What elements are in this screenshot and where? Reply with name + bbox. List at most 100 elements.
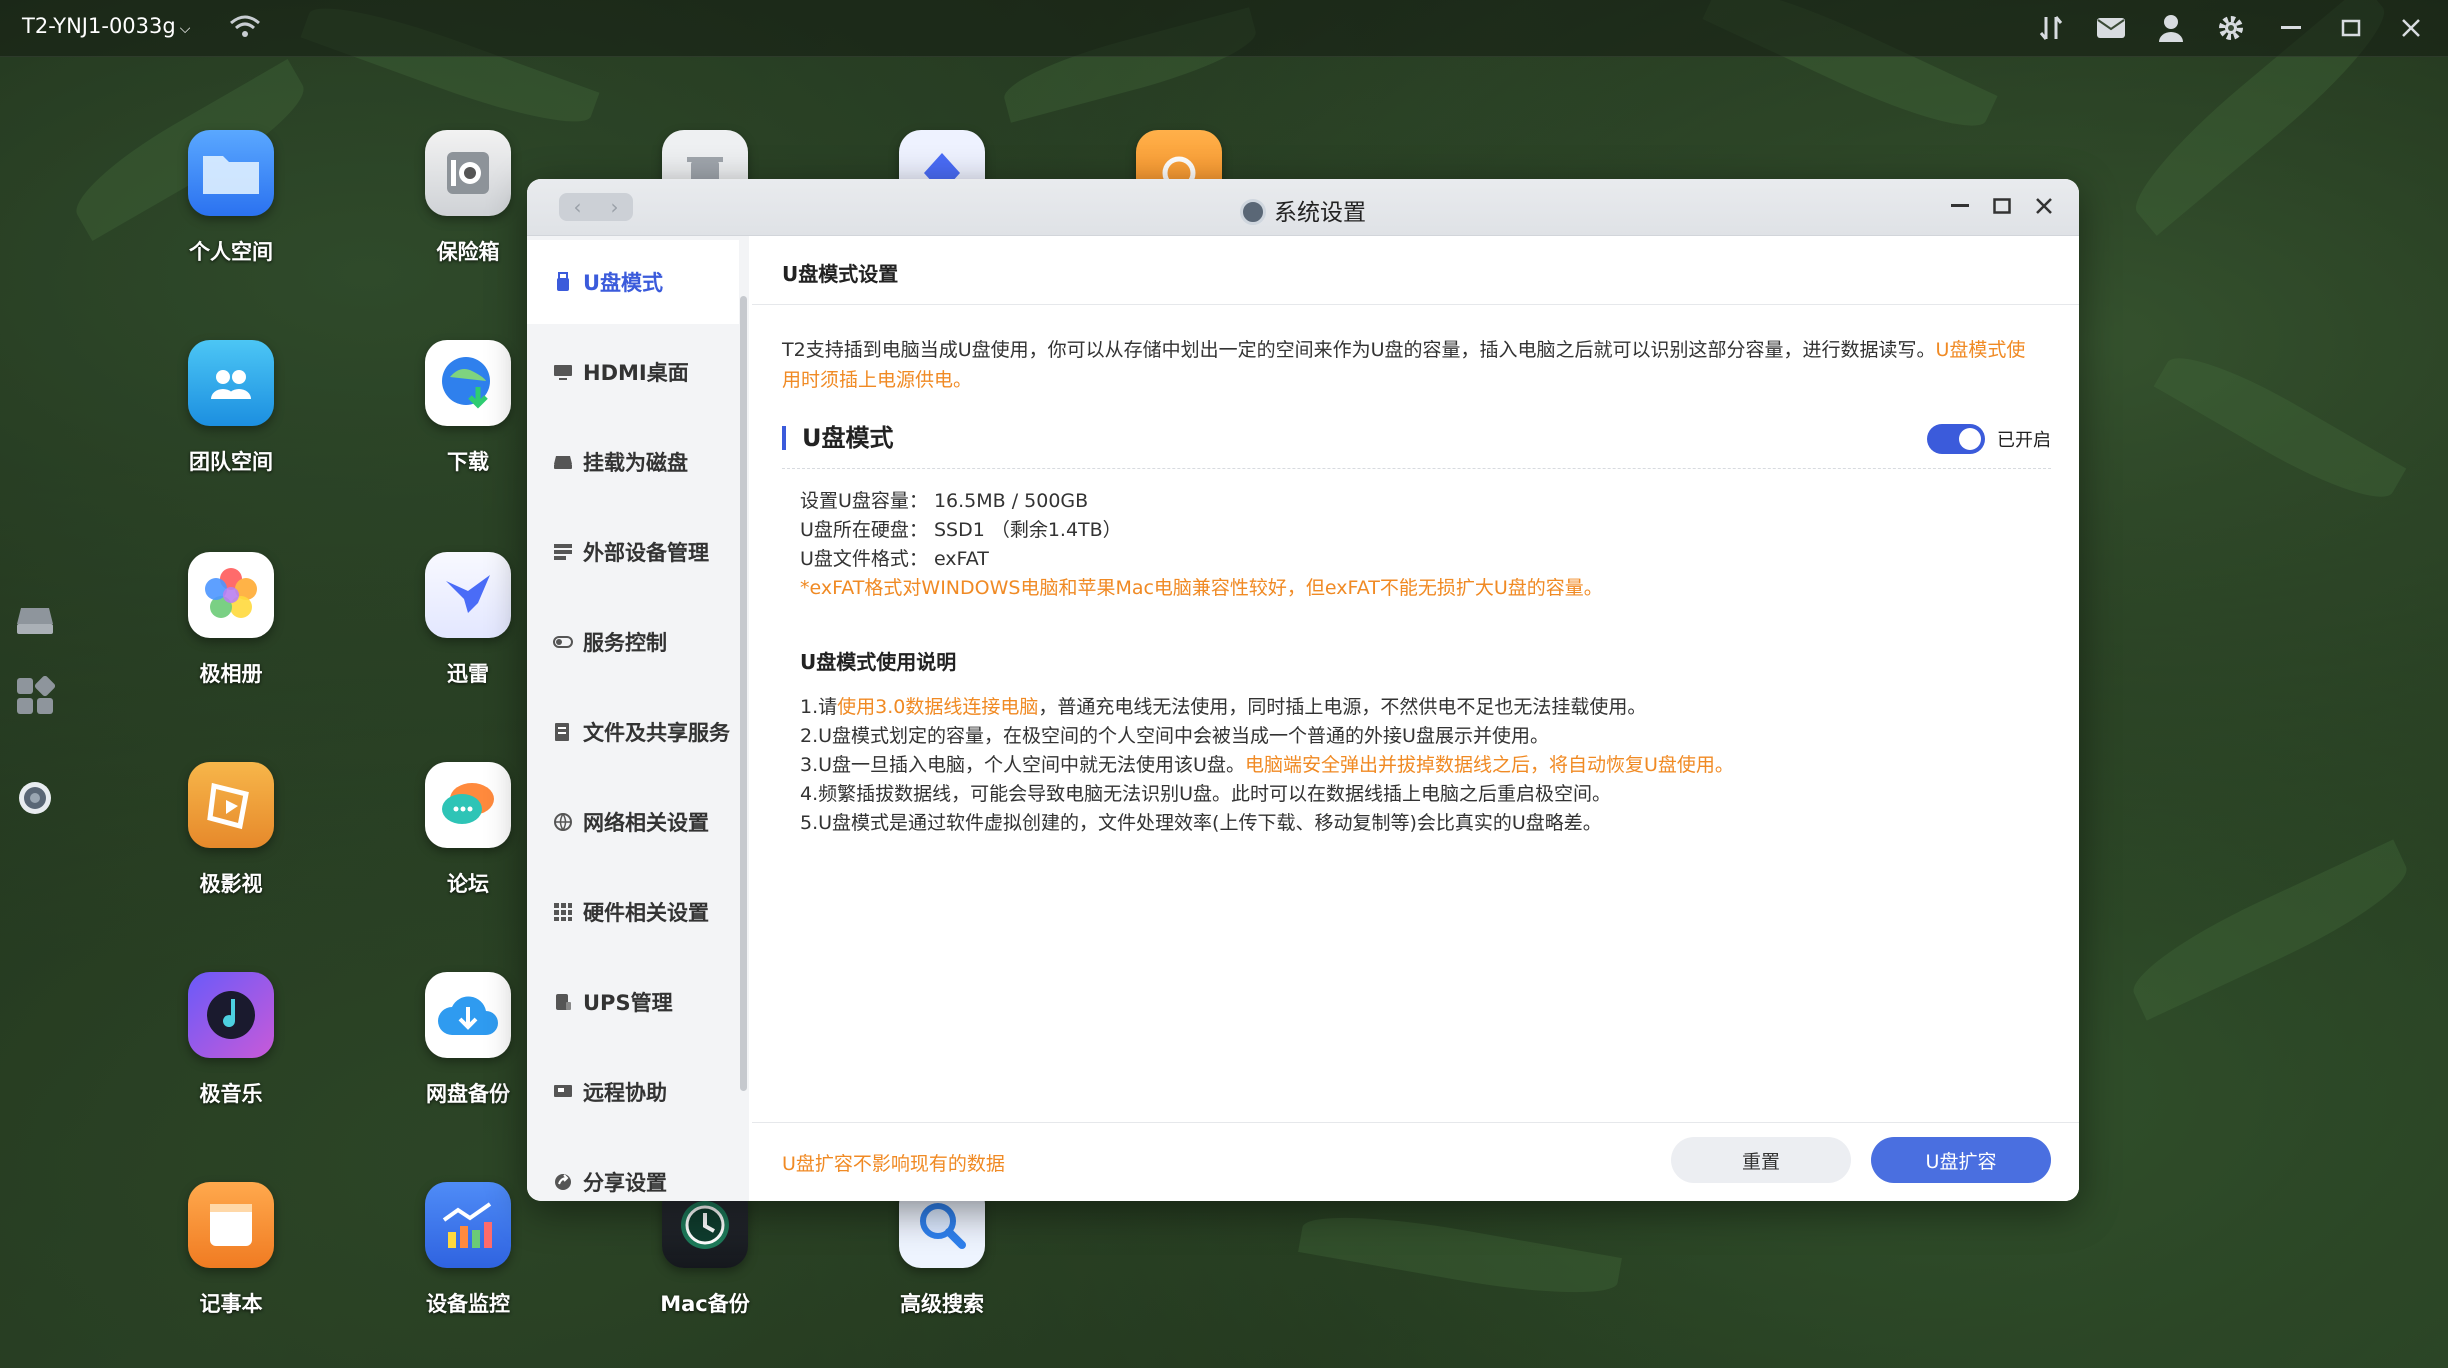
sidebar-item-service-control[interactable]: 服务控制 [527, 600, 739, 684]
sidebar-item-share-settings[interactable]: 分享设置 [527, 1140, 739, 1201]
dock-storage-icon[interactable] [14, 604, 56, 638]
sidebar-item-hardware-settings[interactable]: 硬件相关设置 [527, 870, 739, 954]
file-share-icon [553, 722, 573, 742]
chevron-down-icon: ⌵ [179, 21, 191, 37]
transfer-icon[interactable] [2034, 12, 2068, 44]
window-titlebar[interactable]: ‹ › 系统设置 [527, 179, 2079, 236]
desktop-icon-label: 设备监控 [426, 1292, 510, 1316]
monitor-icon [553, 362, 573, 382]
content-footer: U盘扩容不影响现有的数据 重置 U盘扩容 [752, 1122, 2079, 1201]
window-maximize-button[interactable] [1991, 193, 2013, 219]
window-minimize-button[interactable] [1949, 193, 1971, 219]
sidebar-item-file-sharing[interactable]: 文件及共享服务 [527, 690, 739, 774]
desktop-icon-label: 极相册 [199, 662, 263, 686]
top-bar: T2-YNJ1-0033g ⌵ [0, 0, 2448, 57]
usb-disk: U盘所在硬盘： SSD1 （剩余1.4TB） [800, 519, 1122, 541]
desktop-icon-label: 高级搜索 [900, 1292, 984, 1316]
section-title-usb-mode: U盘模式 [782, 426, 894, 450]
maximize-icon[interactable] [2334, 12, 2368, 44]
photos-icon [188, 552, 274, 638]
desktop-icon-thunder[interactable]: 迅雷 [393, 552, 543, 688]
desktop-icon-label: 极音乐 [199, 1082, 263, 1106]
disk-icon [553, 452, 573, 472]
desktop-icon-device-monitor[interactable]: 设备监控 [393, 1182, 543, 1318]
desktop-icon-safe-box[interactable]: 保险箱 [393, 130, 543, 266]
desktop-icon-team-space[interactable]: 团队空间 [156, 340, 306, 476]
usb-capacity: 设置U盘容量： 16.5MB / 500GB [800, 490, 1089, 512]
download-icon [425, 340, 511, 426]
toggle-status-label: 已开启 [1997, 430, 2051, 451]
usage-line-3: 3.U盘一旦插入电脑，个人空间中就无法使用该U盘。电脑端安全弹出并拔掉数据线之后… [800, 754, 1734, 776]
device-selector[interactable]: T2-YNJ1-0033g ⌵ [22, 14, 190, 38]
desktop-icon-label: 论坛 [447, 872, 489, 896]
cloud-download-icon [425, 972, 511, 1058]
chart-icon [425, 1182, 511, 1268]
user-icon[interactable] [2154, 12, 2188, 44]
dock-apps-icon[interactable] [14, 676, 56, 716]
desktop-icon-label: Mac备份 [660, 1292, 750, 1316]
safe-icon [425, 130, 511, 216]
settings-window: ‹ › 系统设置 U盘模式 HDMI桌面 挂载为磁盘 外部设备管理 服务控制 文… [527, 179, 2079, 1201]
sidebar-item-ups-management[interactable]: UPS管理 [527, 960, 739, 1044]
desktop-icon-mac-backup[interactable]: Mac备份 [630, 1182, 780, 1318]
section-divider [782, 468, 2051, 469]
usb-info-block: 设置U盘容量： 16.5MB / 500GB U盘所在硬盘： SSD1 （剩余1… [800, 487, 1603, 603]
gear-icon[interactable] [2214, 12, 2248, 44]
share-icon [553, 1172, 573, 1192]
close-icon[interactable] [2394, 12, 2428, 44]
remote-screen-icon [553, 1082, 573, 1102]
settings-content: U盘模式设置 T2支持插到电脑当成U盘使用，你可以从存储中划出一定的空间来作为U… [752, 236, 2079, 1201]
sidebar-item-remote-assist[interactable]: 远程协助 [527, 1050, 739, 1134]
folder-icon [188, 130, 274, 216]
sidebar-item-usb-mode[interactable]: U盘模式 [527, 240, 739, 324]
desktop-icon-video[interactable]: 极影视 [156, 762, 306, 898]
reset-button[interactable]: 重置 [1671, 1137, 1851, 1183]
toggle-icon [553, 632, 573, 652]
content-header: U盘模式设置 [752, 236, 2079, 305]
wifi-icon[interactable] [228, 12, 262, 42]
globe-icon [553, 812, 573, 832]
desktop-icon-label: 记事本 [199, 1292, 263, 1316]
usb-mode-toggle[interactable] [1927, 424, 1985, 454]
usage-instructions: 1.请使用3.0数据线连接电脑，普通充电线无法使用，同时插上电源，不然供电不足也… [800, 693, 1734, 838]
sidebar-item-network-settings[interactable]: 网络相关设置 [527, 780, 739, 864]
usage-line-5: 5.U盘模式是通过软件虚拟创建的，文件处理效率(上传下载、移动复制等)会比真实的… [800, 812, 1602, 834]
desktop-icon-download[interactable]: 下载 [393, 340, 543, 476]
desktop-icon-label: 网盘备份 [426, 1082, 510, 1106]
sidebar-item-hdmi-desktop[interactable]: HDMI桌面 [527, 330, 739, 414]
desktop-icon-label: 迅雷 [447, 662, 489, 686]
video-icon [188, 762, 274, 848]
settings-sidebar: U盘模式 HDMI桌面 挂载为磁盘 外部设备管理 服务控制 文件及共享服务 网络… [527, 236, 749, 1201]
window-close-button[interactable] [2033, 193, 2055, 219]
desktop-icon-advanced-search[interactable]: 高级搜索 [867, 1182, 1017, 1318]
usb-mode-description: T2支持插到电脑当成U盘使用，你可以从存储中划出一定的空间来作为U盘的容量，插入… [782, 339, 2026, 391]
sidebar-item-mount-disk[interactable]: 挂载为磁盘 [527, 420, 739, 504]
forum-chat-icon [425, 762, 511, 848]
minimize-icon[interactable] [2274, 12, 2308, 44]
team-folder-icon [188, 340, 274, 426]
desktop-icon-photos[interactable]: 极相册 [156, 552, 306, 688]
toggle-knob [1959, 428, 1981, 450]
usb-expand-button[interactable]: U盘扩容 [1871, 1137, 2051, 1183]
desktop-icon-forum[interactable]: 论坛 [393, 762, 543, 898]
settings-app-icon [1240, 199, 1266, 225]
desktop-icon-label: 保险箱 [436, 240, 500, 264]
desktop-icon-label: 下载 [447, 450, 489, 474]
mail-icon[interactable] [2094, 12, 2128, 44]
desktop-icon-label: 个人空间 [189, 240, 273, 264]
desktop-icon-notepad[interactable]: 记事本 [156, 1182, 306, 1318]
usb-format: U盘文件格式： exFAT [800, 548, 989, 570]
desktop-icon-personal-space[interactable]: 个人空间 [156, 130, 306, 266]
desktop-icon-label: 极影视 [199, 872, 263, 896]
sidebar-item-external-devices[interactable]: 外部设备管理 [527, 510, 739, 594]
content-title: U盘模式设置 [782, 262, 899, 286]
usage-line-4: 4.频繁插拔数据线，可能会导致电脑无法识别U盘。此时可以在数据线插上电脑之后重启… [800, 783, 1612, 805]
dock-settings-app-icon[interactable] [14, 780, 56, 816]
desktop-icon-music[interactable]: 极音乐 [156, 972, 306, 1108]
desktop-icon-cloud-backup[interactable]: 网盘备份 [393, 972, 543, 1108]
usb-drive-icon [553, 272, 573, 292]
usage-title: U盘模式使用说明 [800, 650, 957, 674]
usage-line-2: 2.U盘模式划定的容量，在极空间的个人空间中会被当成一个普通的外接U盘展示并使用… [800, 725, 1549, 747]
footer-note: U盘扩容不影响现有的数据 [782, 1153, 1005, 1175]
sidebar-scrollbar[interactable] [740, 296, 747, 1091]
